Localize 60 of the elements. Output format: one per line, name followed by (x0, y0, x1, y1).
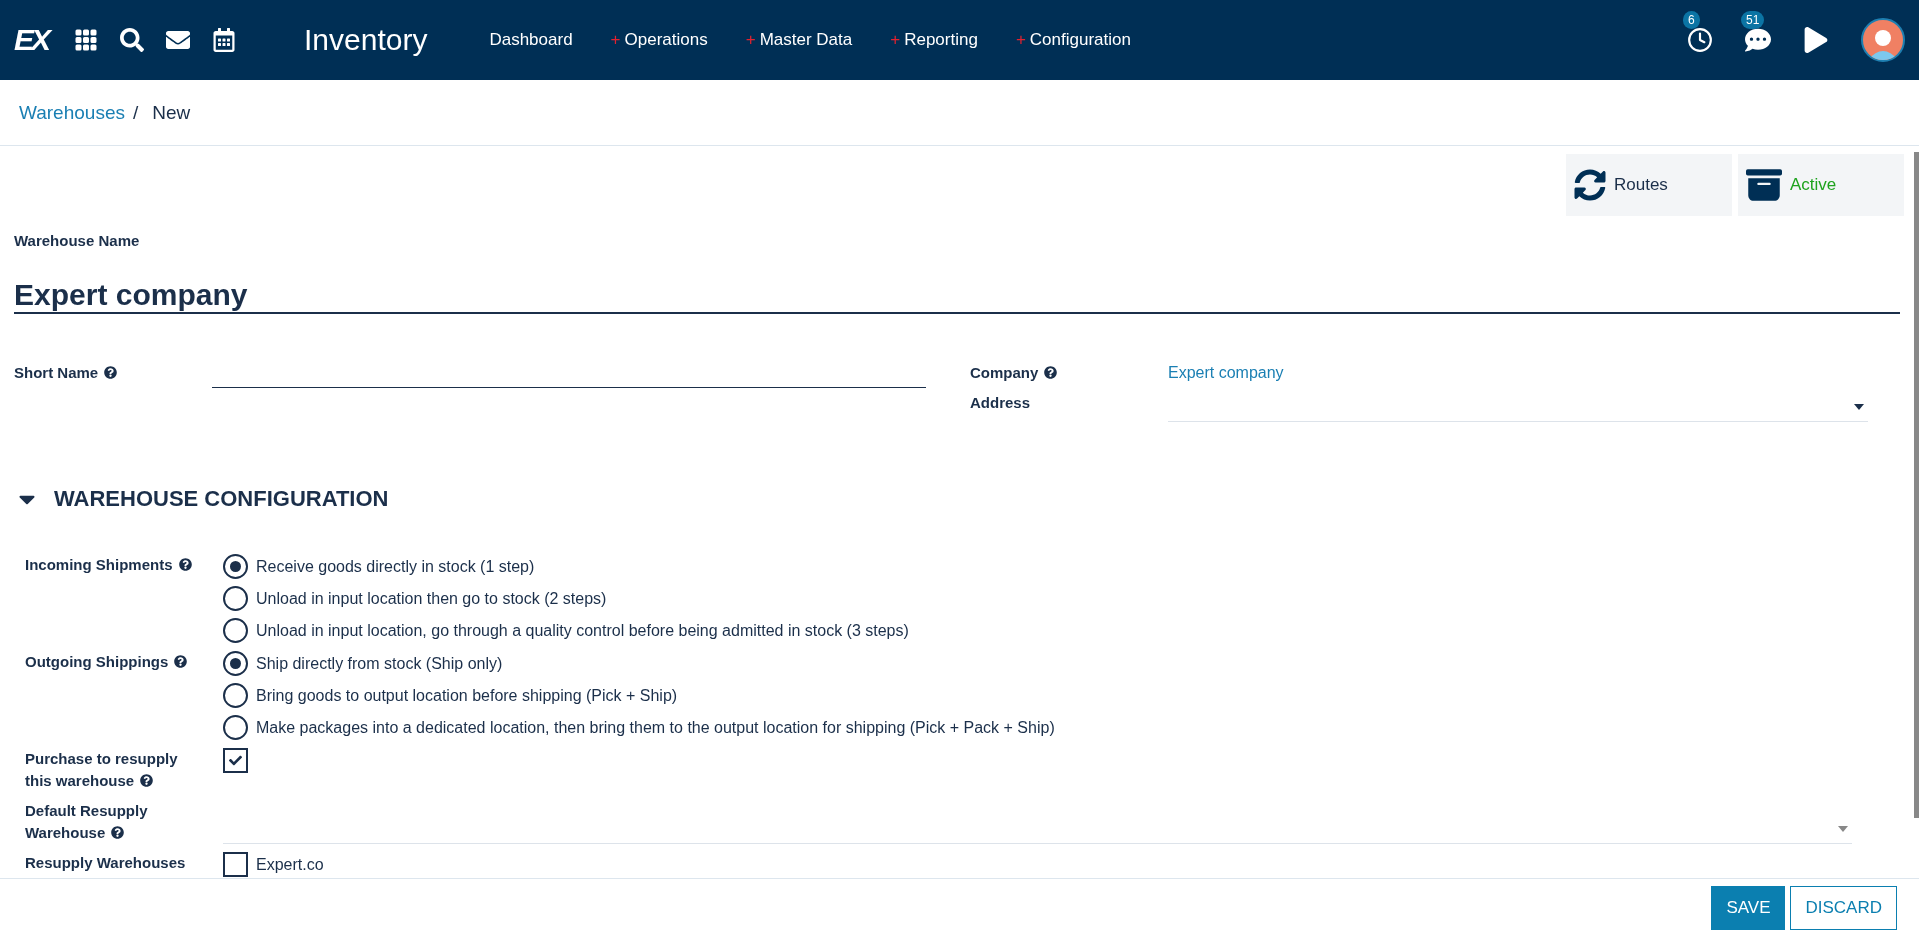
radio-option[interactable]: Bring goods to output location before shipping (Pick + Ship) (223, 683, 1852, 708)
check-icon (229, 754, 242, 767)
nav-menu-item[interactable]: + Operations (610, 30, 708, 50)
user-avatar[interactable] (1861, 18, 1905, 62)
save-button[interactable]: SAVE (1711, 885, 1786, 930)
radio-button[interactable] (223, 586, 248, 611)
activity-count-badge: 6 (1683, 11, 1700, 29)
breadcrumb-link[interactable]: Warehouses (19, 101, 125, 124)
radio-option[interactable]: Make packages into a dedicated location, then bring them to the output location for shipping (Pick + Pack + Ship) (223, 715, 1852, 740)
field-label: Short Name (14, 362, 212, 388)
nav-menu-item[interactable]: Dashboard (489, 30, 573, 50)
chat-icon[interactable] (1745, 27, 1771, 53)
breadcrumb-separator: / (132, 101, 139, 124)
field-label: Address (970, 393, 1032, 413)
radio-option[interactable]: Receive goods directly in stock (1 step) (223, 554, 1852, 579)
help-icon[interactable] (1044, 366, 1058, 379)
field-label: Warehouse Name (14, 231, 141, 251)
field-label: Default Resupply Warehouse (25, 801, 149, 843)
archive-box-icon (1746, 167, 1782, 203)
radio-button[interactable] (223, 651, 248, 676)
nav-menu-item[interactable]: + Reporting (890, 30, 978, 50)
nav-menu-item[interactable]: + Master Data (745, 30, 853, 50)
company-link[interactable]: Expert company (1168, 362, 1868, 388)
nav-menu-item[interactable]: + Configuration (1015, 30, 1131, 50)
help-icon[interactable] (104, 366, 118, 379)
calendar-icon[interactable] (212, 28, 237, 52)
breadcrumb-current: New (152, 101, 191, 124)
radio-button[interactable] (223, 683, 248, 708)
radio-button[interactable] (223, 554, 248, 579)
caret-icon (1854, 403, 1864, 410)
field-label: Purchase to resupply this warehouse (25, 749, 179, 791)
app-logo[interactable]: EX (14, 23, 49, 57)
field-label: Outgoing Shippings (25, 651, 223, 740)
help-icon[interactable] (140, 774, 154, 787)
checkbox-option[interactable]: Expert.co (223, 852, 1852, 877)
refresh-icon (1574, 169, 1606, 201)
apps-grid-icon[interactable] (74, 28, 99, 52)
search-icon[interactable] (120, 28, 145, 52)
field-label: Company (970, 362, 1168, 388)
checkbox[interactable] (223, 748, 248, 773)
caret-icon (1838, 825, 1848, 832)
field-label: Incoming Shipments (25, 554, 223, 643)
section-header[interactable]: WAREHOUSE CONFIGURATION (14, 486, 1914, 512)
clock-icon[interactable] (1687, 27, 1713, 53)
radio-button[interactable] (223, 715, 248, 740)
app-title: Inventory (304, 23, 428, 57)
radio-option[interactable]: Unload in input location then go to stock (2 steps) (223, 586, 1852, 611)
envelope-icon[interactable] (166, 28, 191, 52)
message-count-badge: 51 (1741, 11, 1765, 29)
help-icon[interactable] (174, 655, 188, 668)
radio-option[interactable]: Unload in input location, go through a quality control before being admitted in stock (3 steps) (223, 618, 1852, 643)
help-icon[interactable] (178, 558, 192, 571)
discard-button[interactable]: DISCARD (1790, 885, 1897, 930)
checkbox[interactable] (223, 852, 248, 877)
help-icon[interactable] (111, 826, 125, 839)
play-icon[interactable] (1803, 27, 1829, 53)
routes-button[interactable]: Routes (1566, 154, 1732, 216)
radio-option[interactable]: Ship directly from stock (Ship only) (223, 651, 1852, 676)
field-label: Resupply Warehouses (25, 853, 187, 873)
radio-button[interactable] (223, 618, 248, 643)
